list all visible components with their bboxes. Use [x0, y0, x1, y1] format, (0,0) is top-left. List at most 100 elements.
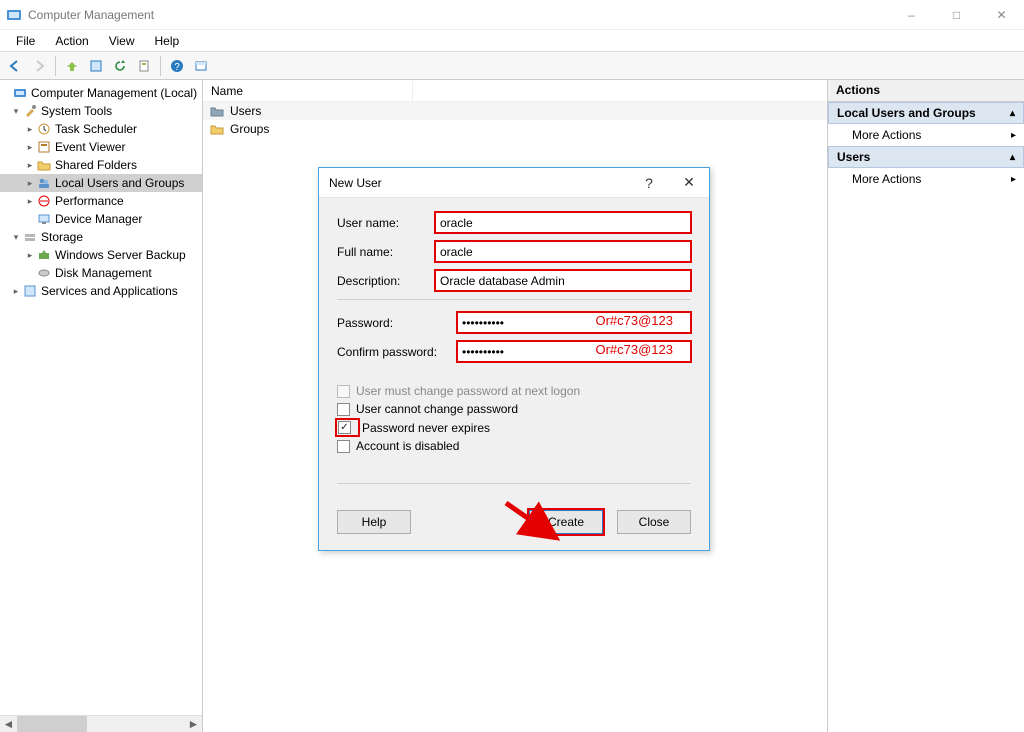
chevron-right-icon: ▸ — [1011, 130, 1016, 141]
check-cannot-change[interactable]: User cannot change password — [337, 402, 691, 416]
check-label: User must change password at next logon — [356, 384, 580, 398]
tree-root[interactable]: Computer Management (Local) — [0, 84, 202, 102]
forward-button[interactable] — [28, 55, 50, 77]
actions-more-1[interactable]: More Actions ▸ — [828, 124, 1024, 146]
tree-local-users-groups[interactable]: ▸ Local Users and Groups — [0, 174, 202, 192]
list-label: Groups — [230, 122, 269, 136]
clock-icon — [36, 121, 52, 137]
input-fullname[interactable] — [435, 241, 691, 262]
tree-device-manager[interactable]: Device Manager — [0, 210, 202, 228]
up-button[interactable] — [61, 55, 83, 77]
checkbox-icon — [337, 385, 350, 398]
tree-label: Services and Applications — [41, 284, 178, 298]
tree-label: System Tools — [41, 104, 112, 118]
new-user-dialog: New User ? ✕ User name: Full name: Descr… — [318, 167, 710, 551]
tree-performance[interactable]: ▸ Performance — [0, 192, 202, 210]
input-confirm-password[interactable] — [457, 341, 691, 362]
menu-view[interactable]: View — [99, 32, 145, 50]
close-button[interactable]: ✕ — [979, 0, 1024, 29]
check-account-disabled[interactable]: Account is disabled — [337, 439, 691, 453]
label-confirm: Confirm password: — [337, 345, 457, 359]
tree-system-tools[interactable]: ▾ System Tools — [0, 102, 202, 120]
tree-shared-folders[interactable]: ▸ Shared Folders — [0, 156, 202, 174]
perf-icon — [36, 193, 52, 209]
list-row-users[interactable]: Users — [203, 102, 827, 120]
tree-hscrollbar[interactable]: ◄ ► — [0, 715, 202, 732]
tree-services-apps[interactable]: ▸ Services and Applications — [0, 282, 202, 300]
actions-group-users[interactable]: Users ▴ — [828, 146, 1024, 168]
checkbox-icon — [337, 403, 350, 416]
folder-icon — [209, 103, 225, 119]
tools-icon — [22, 103, 38, 119]
svg-text:?: ? — [174, 62, 180, 73]
event-icon — [36, 139, 52, 155]
dialog-help-button[interactable]: ? — [629, 168, 669, 197]
input-username[interactable] — [435, 212, 691, 233]
title-bar: Computer Management – □ ✕ — [0, 0, 1024, 30]
show-hide-button[interactable] — [190, 55, 212, 77]
disk-icon — [36, 265, 52, 281]
help-button[interactable]: ? — [166, 55, 188, 77]
menu-file[interactable]: File — [6, 32, 45, 50]
tree-storage[interactable]: ▾ Storage — [0, 228, 202, 246]
check-label: Account is disabled — [356, 439, 459, 453]
collapse-icon: ▴ — [1010, 152, 1015, 163]
list-header: Name — [203, 80, 827, 102]
folder-icon — [209, 121, 225, 137]
menu-action[interactable]: Action — [45, 32, 98, 50]
refresh-button[interactable] — [109, 55, 131, 77]
actions-header: Actions — [828, 80, 1024, 102]
actions-more-2[interactable]: More Actions ▸ — [828, 168, 1024, 190]
tree-label: Performance — [55, 194, 124, 208]
check-must-change: User must change password at next logon — [337, 384, 691, 398]
col-name[interactable]: Name — [203, 81, 413, 101]
window-title: Computer Management — [28, 8, 889, 22]
collapse-icon: ▴ — [1010, 108, 1015, 119]
tree-root-label: Computer Management (Local) — [31, 86, 197, 100]
dialog-titlebar: New User ? ✕ — [319, 168, 709, 198]
check-label: User cannot change password — [356, 402, 518, 416]
list-row-groups[interactable]: Groups — [203, 120, 827, 138]
label-username: User name: — [337, 216, 435, 230]
actions-item-label: More Actions — [852, 128, 921, 142]
dialog-help-btn[interactable]: Help — [337, 510, 411, 534]
actions-group-lug[interactable]: Local Users and Groups ▴ — [828, 102, 1024, 124]
services-icon — [22, 283, 38, 299]
tree-disk-management[interactable]: Disk Management — [0, 264, 202, 282]
dialog-close-button[interactable]: ✕ — [669, 168, 709, 197]
back-button[interactable] — [4, 55, 26, 77]
tree-label: Disk Management — [55, 266, 152, 280]
export-button[interactable] — [133, 55, 155, 77]
chevron-right-icon: ▸ — [1011, 174, 1016, 185]
folder-icon — [36, 157, 52, 173]
actions-group-label: Users — [837, 150, 870, 164]
toolbar: ? — [0, 52, 1024, 80]
dialog-create-btn[interactable]: Create — [529, 510, 603, 534]
dialog-close-btn[interactable]: Close — [617, 510, 691, 534]
tree-label: Event Viewer — [55, 140, 125, 154]
minimize-button[interactable]: – — [889, 0, 934, 29]
dialog-title: New User — [329, 176, 629, 190]
properties-button[interactable] — [85, 55, 107, 77]
tree-pane: Computer Management (Local) ▾ System Too… — [0, 80, 203, 732]
menu-help[interactable]: Help — [145, 32, 190, 50]
checkbox-icon — [337, 440, 350, 453]
check-never-expires[interactable]: ✓ Password never expires — [337, 420, 691, 435]
actions-pane: Actions Local Users and Groups ▴ More Ac… — [828, 80, 1024, 732]
input-password[interactable] — [457, 312, 691, 333]
maximize-button[interactable]: □ — [934, 0, 979, 29]
computer-icon — [12, 85, 28, 101]
app-icon — [6, 7, 22, 23]
tree-label: Task Scheduler — [55, 122, 137, 136]
label-fullname: Full name: — [337, 245, 435, 259]
input-description[interactable] — [435, 270, 691, 291]
list-label: Users — [230, 104, 261, 118]
users-icon — [36, 175, 52, 191]
tree-event-viewer[interactable]: ▸ Event Viewer — [0, 138, 202, 156]
tree-task-scheduler[interactable]: ▸ Task Scheduler — [0, 120, 202, 138]
check-label: Password never expires — [362, 421, 490, 435]
tree-windows-backup[interactable]: ▸ Windows Server Backup — [0, 246, 202, 264]
tree-label: Device Manager — [55, 212, 142, 226]
actions-group-label: Local Users and Groups — [837, 106, 976, 120]
tree-label: Local Users and Groups — [55, 176, 184, 190]
